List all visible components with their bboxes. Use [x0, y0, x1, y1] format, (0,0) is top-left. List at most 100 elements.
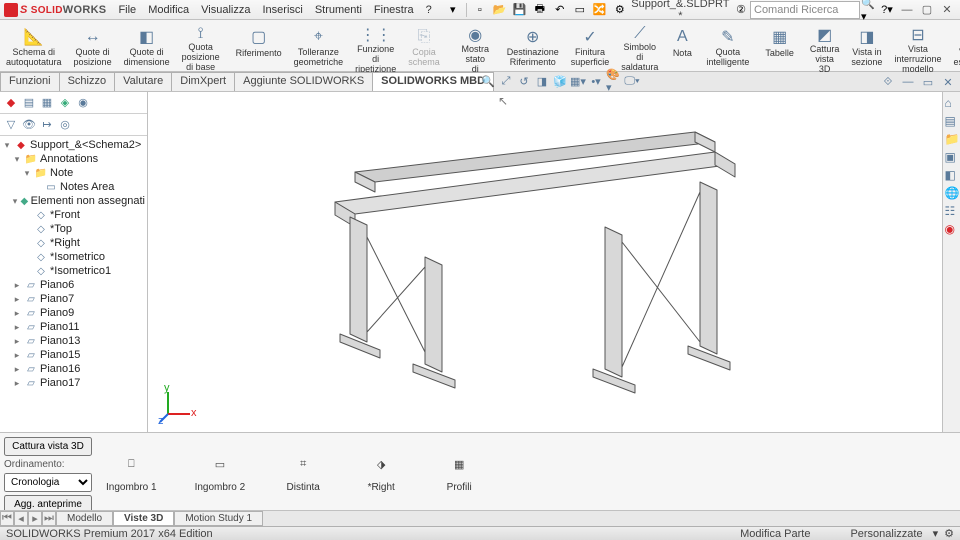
close-button[interactable]: ✕	[938, 3, 956, 17]
undo-icon[interactable]: ↶	[551, 1, 569, 19]
tree-item[interactable]: ▸▱Piano7	[2, 292, 145, 306]
view-thumb[interactable]: ▦Profili	[439, 450, 479, 493]
menu-inserisci[interactable]: Inserisci	[256, 4, 308, 16]
forum-icon[interactable]: ◉	[945, 222, 959, 236]
status-gear-icon[interactable]: ⚙	[944, 527, 954, 540]
tab-valutare[interactable]: Valutare	[114, 72, 172, 91]
appearances-icon[interactable]: 🌐	[945, 186, 959, 200]
menu-strumenti[interactable]: Strumenti	[309, 4, 368, 16]
ribbon-mostra-stato[interactable]: ◉Mostra statodi tolleranza	[450, 22, 501, 71]
doc-min-icon[interactable]: —	[900, 74, 916, 90]
view-orient-icon[interactable]: 🧊	[552, 73, 568, 89]
btab-motion-study-1[interactable]: Motion Study 1	[174, 511, 263, 526]
view-palette-icon[interactable]: ◧	[945, 168, 959, 182]
property-tab-icon[interactable]: ▤	[21, 95, 37, 111]
ribbon-tabelle[interactable]: ▦Tabelle	[759, 22, 800, 71]
tree-item[interactable]: ◇*Isometrico1	[2, 264, 145, 278]
ribbon-schema-di[interactable]: 📐Schema diautoquotatura	[0, 22, 68, 71]
ribbon-tolleranze[interactable]: ⌖Tolleranzegeometriche	[288, 22, 350, 71]
capture-3d-view-button[interactable]: Cattura vista 3D	[4, 437, 92, 456]
save-icon[interactable]: 💾	[511, 1, 529, 19]
command-search[interactable]: Comandi Ricerca	[750, 1, 860, 19]
explorer-icon[interactable]: ▣	[945, 150, 959, 164]
tab-funzioni[interactable]: Funzioni	[0, 72, 60, 91]
tab-nav-next[interactable]: ▸	[28, 511, 42, 526]
maximize-button[interactable]: ▢	[918, 3, 936, 17]
tree-item[interactable]: ▸▱Piano17	[2, 376, 145, 390]
home-icon[interactable]: ⌂	[945, 96, 959, 110]
status-flag-icon[interactable]: ▾	[933, 527, 939, 540]
menu-?[interactable]: ?	[420, 4, 438, 16]
config-tab-icon[interactable]: ▦	[39, 95, 55, 111]
sensor-icon[interactable]: ◎	[57, 117, 73, 133]
tab-solidworks-mbd[interactable]: SOLIDWORKS MBD	[372, 72, 494, 91]
orientation-triad[interactable]: y x z	[158, 384, 198, 424]
feature-tree[interactable]: ▾◆ Support_&<Schema2> ▾📁Annotations▾📁Not…	[0, 136, 147, 432]
tree-item[interactable]: ▸▱Piano13	[2, 334, 145, 348]
resources-icon[interactable]: ▤	[945, 114, 959, 128]
menu-finestra[interactable]: Finestra	[368, 4, 420, 16]
tree-item[interactable]: ◇*Top	[2, 222, 145, 236]
ribbon-funzione-di[interactable]: ⋮⋮Funzione diripetizione	[349, 22, 402, 71]
view-thumb[interactable]: ▭Ingombro 2	[195, 450, 246, 493]
tree-item[interactable]: ◇*Isometrico	[2, 250, 145, 264]
filter-icon[interactable]: ▽	[3, 117, 19, 133]
rebuild-icon[interactable]: 🔀	[591, 1, 609, 19]
section-view-icon[interactable]: ◨	[534, 73, 550, 89]
menu-modifica[interactable]: Modifica	[142, 4, 195, 16]
custom-props-icon[interactable]: ☷	[945, 204, 959, 218]
tab-dimxpert[interactable]: DimXpert	[171, 72, 235, 91]
tree-item[interactable]: ▸▱Piano11	[2, 320, 145, 334]
menu-file[interactable]: File	[112, 4, 142, 16]
display-style-icon[interactable]: ▦▾	[570, 73, 586, 89]
graphics-viewport[interactable]: y x z ↖	[148, 92, 942, 432]
tree-item[interactable]: ▾◆Elementi non assegnati	[2, 194, 145, 208]
btab-viste-3d[interactable]: Viste 3D	[113, 511, 174, 526]
tree-item[interactable]: ▸▱Piano16	[2, 362, 145, 376]
tree-root[interactable]: ▾◆ Support_&<Schema2>	[2, 138, 145, 152]
sort-select[interactable]: Cronologia	[4, 473, 92, 492]
tab-nav-prev[interactable]: ◂	[14, 511, 28, 526]
new-icon[interactable]: ▾	[444, 1, 462, 19]
tree-item[interactable]: ▾📁Annotations	[2, 152, 145, 166]
tab-nav-last[interactable]: ⏭	[42, 511, 56, 526]
eye-icon[interactable]: 👁	[21, 117, 37, 133]
ribbon-quote-di[interactable]: ◧Quote didimensione	[118, 22, 176, 71]
dimxpert-tab-icon[interactable]: ◈	[57, 95, 73, 111]
tree-item[interactable]: ▭Notes Area	[2, 180, 145, 194]
help-icon[interactable]: ?▾	[878, 1, 896, 19]
doc-link-icon[interactable]: ⟐	[880, 74, 896, 90]
open-icon[interactable]: 📂	[491, 1, 509, 19]
ribbon-quota[interactable]: ✎Quotaintelligente	[700, 22, 755, 71]
hide-show-icon[interactable]: •▾	[588, 73, 604, 89]
ribbon-cattura[interactable]: ◩Catturavista 3D	[804, 22, 846, 71]
tab-schizzo[interactable]: Schizzo	[59, 72, 116, 91]
scene-icon[interactable]: 🎨▾	[606, 73, 622, 89]
tree-item[interactable]: ▸▱Piano6	[2, 278, 145, 292]
prev-view-icon[interactable]: ↺	[516, 73, 532, 89]
menu-visualizza[interactable]: Visualizza	[195, 4, 256, 16]
tree-item[interactable]: ◇*Right	[2, 236, 145, 250]
minimize-button[interactable]: —	[898, 3, 916, 17]
search-go-icon[interactable]: 🔍▾	[860, 1, 878, 19]
ribbon-nota[interactable]: ANota	[664, 22, 700, 71]
model-canvas[interactable]	[148, 92, 942, 432]
ribbon-quote-di[interactable]: ↔Quote diposizione	[68, 22, 118, 71]
tree-item[interactable]: ▸▱Piano15	[2, 348, 145, 362]
doc-restore-icon[interactable]: ▭	[920, 74, 936, 90]
print-icon[interactable]: 🖶	[531, 1, 549, 19]
tab-aggiunte-solidworks[interactable]: Aggiunte SOLIDWORKS	[234, 72, 373, 91]
tree-item[interactable]: ◇*Front	[2, 208, 145, 222]
select-icon[interactable]: ▭	[571, 1, 589, 19]
library-icon[interactable]: 📁	[945, 132, 959, 146]
view-settings-icon[interactable]: 🖵▾	[624, 73, 640, 89]
doc-close-icon[interactable]: ✕	[940, 74, 956, 90]
view-thumb[interactable]: ⬗*Right	[361, 450, 401, 493]
arrow-icon[interactable]: ↦	[39, 117, 55, 133]
ribbon-quota-posizione-di-base[interactable]: ⟟Quota posizione di base	[176, 22, 226, 71]
tree-item[interactable]: ▾📁Note	[2, 166, 145, 180]
options-icon[interactable]: ⚙	[611, 1, 629, 19]
tree-item[interactable]: ▸▱Piano9	[2, 306, 145, 320]
ribbon-riferimento[interactable]: ▢Riferimento	[230, 22, 288, 71]
ribbon-destinazione[interactable]: ⊕DestinazioneRiferimento	[501, 22, 565, 71]
